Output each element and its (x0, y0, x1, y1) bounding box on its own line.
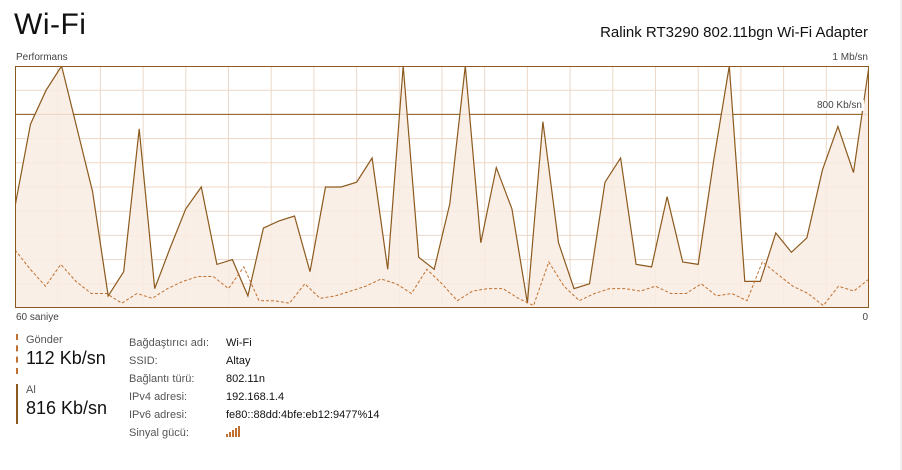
info-key: SSID: (129, 355, 158, 367)
receive-label: Al (26, 384, 36, 396)
info-row-ipv6: IPv6 adresi: fe80::88dd:4bfe:eb12:9477%1… (129, 406, 380, 424)
info-key: IPv4 adresi: (129, 391, 188, 403)
adapter-name: Ralink RT3290 802.11bgn Wi-Fi Adapter (600, 24, 868, 41)
send-label: Gönder (26, 334, 63, 346)
throughput-graph (15, 66, 869, 308)
receive-value: 816 Kb/sn (26, 398, 108, 418)
info-value: Altay (226, 355, 251, 367)
info-value: 192.168.1.4 (226, 391, 285, 403)
info-key: Bağlantı türü: (129, 373, 195, 385)
receive-stat[interactable]: Al 816 Kb/sn (16, 384, 107, 424)
graph-time-label: 60 saniye (16, 312, 59, 323)
info-key: IPv6 adresi: (129, 409, 188, 421)
graph-max-label: 1 Mb/sn (832, 52, 868, 63)
graph-label: Performans (16, 52, 68, 63)
signal-bars-icon (226, 426, 240, 437)
info-row-connection: Bağlantı türü: 802.11n (129, 370, 380, 388)
info-key: Bağdaştırıcı adı: (129, 337, 210, 349)
send-value: 112 Kb/sn (26, 348, 106, 368)
page-title: Wi-Fi (14, 8, 87, 41)
graph-scale-label: 800 Kb/sn (814, 100, 864, 111)
graph-zero-label: 0 (862, 312, 868, 323)
info-row-ipv4: IPv4 adresi: 192.168.1.4 (129, 388, 380, 406)
info-value (226, 426, 240, 440)
send-stat[interactable]: Gönder 112 Kb/sn (16, 334, 106, 374)
adapter-info: Bağdaştırıcı adı: Wi-Fi SSID: Altay Bağl… (129, 334, 380, 442)
info-value: fe80::88dd:4bfe:eb12:9477%14 (226, 409, 380, 421)
info-row-adapter: Bağdaştırıcı adı: Wi-Fi (129, 334, 380, 352)
info-row-signal: Sinyal gücü: (129, 424, 380, 442)
info-key: Sinyal gücü: (129, 427, 189, 439)
info-value: 802.11n (226, 373, 265, 385)
info-row-ssid: SSID: Altay (129, 352, 380, 370)
info-value: Wi-Fi (226, 337, 252, 349)
